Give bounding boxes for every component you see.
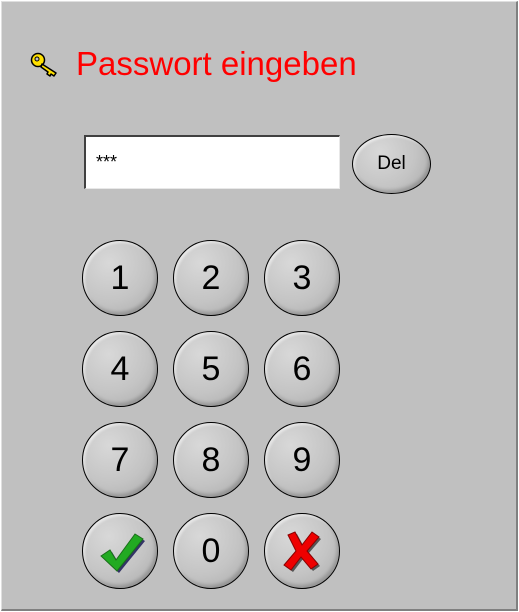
key-1-button[interactable]: 1: [82, 240, 158, 316]
key-4-button[interactable]: 4: [82, 331, 158, 407]
delete-button[interactable]: Del: [352, 134, 431, 194]
key-8-button[interactable]: 8: [173, 422, 249, 498]
cancel-button[interactable]: [264, 513, 340, 589]
key-3-button[interactable]: 3: [264, 240, 340, 316]
key-2-button[interactable]: 2: [173, 240, 249, 316]
key-0-button[interactable]: 0: [173, 513, 249, 589]
dialog-title: Passwort eingeben: [76, 45, 357, 82]
checkmark-icon: [100, 533, 145, 573]
password-field[interactable]: [84, 135, 340, 189]
key-7-button[interactable]: 7: [82, 422, 158, 498]
key-6-button[interactable]: 6: [264, 331, 340, 407]
key-9-button[interactable]: 9: [264, 422, 340, 498]
title-row: Passwort eingeben: [30, 44, 357, 84]
password-dialog: Passwort eingeben Del 1 2 3 4 5 6 7 8 9 …: [1, 1, 518, 611]
cross-icon: [283, 531, 321, 572]
key-icon: [30, 52, 57, 77]
confirm-button[interactable]: [82, 513, 158, 589]
key-5-button[interactable]: 5: [173, 331, 249, 407]
